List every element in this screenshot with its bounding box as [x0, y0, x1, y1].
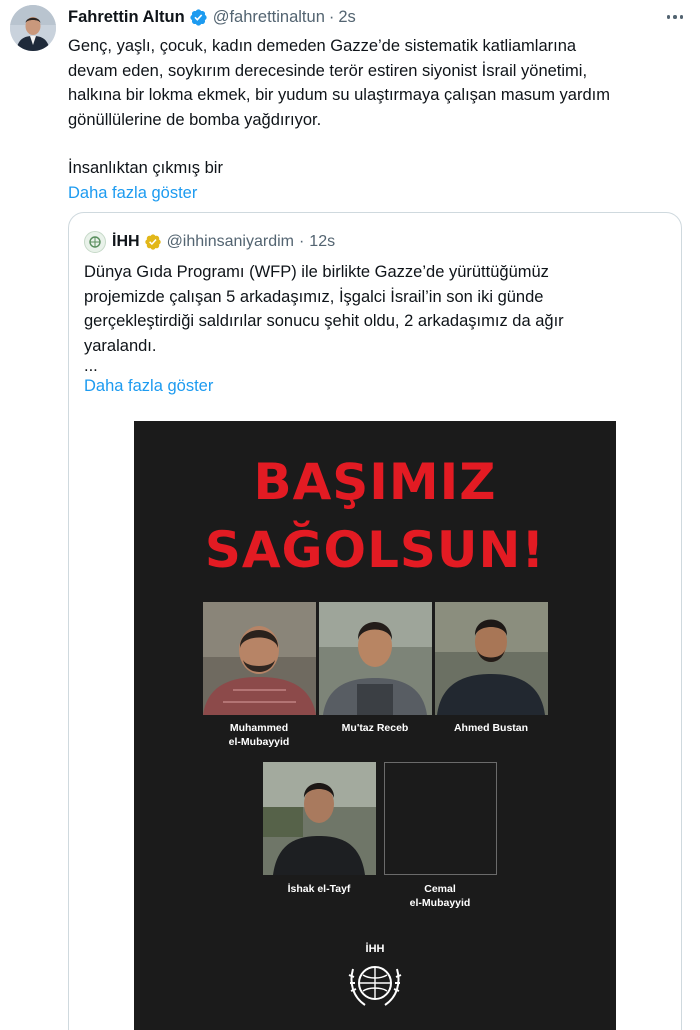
quoted-text-line: projemizde çalışan 5 arkadaşımız, İşgalc…	[84, 287, 544, 306]
tweet-text-line: devam eden, soykırım derecesinde terör e…	[68, 61, 588, 80]
tweet-header: Fahrettin Altun @fahrettinaltun · 2s	[68, 6, 356, 28]
tweet[interactable]: Fahrettin Altun @fahrettinaltun · 2s Gen…	[0, 0, 700, 1030]
tweet-text-line: İnsanlıktan çıkmış bir	[68, 159, 223, 177]
person-caption: Cemal el-Mubayyid	[370, 882, 510, 910]
portrait-photo	[203, 602, 316, 715]
poster-headline-line-1: BAŞIMIZ	[253, 453, 497, 511]
verified-badge-icon	[190, 8, 207, 26]
person-caption: İshak el-Tayf	[249, 882, 389, 896]
avatar[interactable]	[10, 5, 56, 51]
tweet-text-line: gönüllülerine de bomba yağdırıyor.	[68, 110, 322, 129]
person-name: Cemal	[424, 883, 456, 895]
tweet-text: Genç, yaşlı, çocuk, kadın demeden Gazze’…	[68, 34, 688, 205]
memorial-poster-image[interactable]: BAŞIMIZ SAĞOLSUN! Muhammed el-Mubayyid M…	[134, 421, 616, 1030]
tweet-text-line: Genç, yaşlı, çocuk, kadın demeden Gazze’…	[68, 37, 577, 55]
poster-headline-line-2: SAĞOLSUN!	[204, 521, 546, 579]
ihh-avatar[interactable]	[84, 231, 106, 253]
portrait-placeholder	[384, 762, 497, 875]
ihh-logo: İHH	[339, 939, 411, 1019]
show-more-link[interactable]: Daha fazla göster	[68, 181, 688, 206]
person-name: el-Mubayyid	[228, 736, 290, 748]
person-name: el-Mubayyid	[409, 897, 471, 909]
person-caption: Ahmed Bustan	[421, 721, 561, 735]
person-name: Ahmed Bustan	[453, 722, 529, 734]
quoted-tweet[interactable]: İHH @ihhinsaniyardim · 12s Dünya Gıda Pr…	[68, 212, 682, 1030]
author-handle[interactable]: @fahrettinaltun	[213, 8, 325, 27]
portrait-photo	[319, 602, 432, 715]
quoted-tweet-header: İHH @ihhinsaniyardim · 12s	[84, 231, 335, 253]
more-options-icon[interactable]	[662, 8, 688, 26]
separator-dot: ·	[328, 7, 335, 26]
timestamp[interactable]: 2s	[338, 8, 355, 27]
quoted-text-line: yaralandı.	[84, 336, 157, 355]
quoted-text-line: gerçekleştirdiği saldırılar sonucu şehit…	[84, 312, 564, 330]
verified-org-badge-icon	[144, 234, 161, 250]
portrait-photo	[435, 602, 548, 715]
person-name: İshak el-Tayf	[287, 883, 351, 895]
separator-dot: ·	[298, 233, 305, 250]
quoted-tweet-text: Dünya Gıda Programı (WFP) ile birlikte G…	[84, 260, 674, 399]
author-name[interactable]: Fahrettin Altun	[68, 8, 185, 27]
tweet-text-line: halkına bir lokma ekmek, bir yudum su ul…	[68, 86, 610, 104]
portrait-photo	[263, 762, 376, 875]
quoted-timestamp[interactable]: 12s	[309, 233, 335, 251]
quoted-author-name[interactable]: İHH	[112, 233, 140, 251]
quoted-author-handle[interactable]: @ihhinsaniyardim	[167, 233, 294, 251]
quoted-text-line: Dünya Gıda Programı (WFP) ile birlikte G…	[84, 263, 549, 281]
quoted-show-more-link[interactable]: Daha fazla göster	[84, 374, 674, 399]
ellipsis: ...	[84, 357, 98, 375]
logo-text: İHH	[366, 942, 385, 955]
